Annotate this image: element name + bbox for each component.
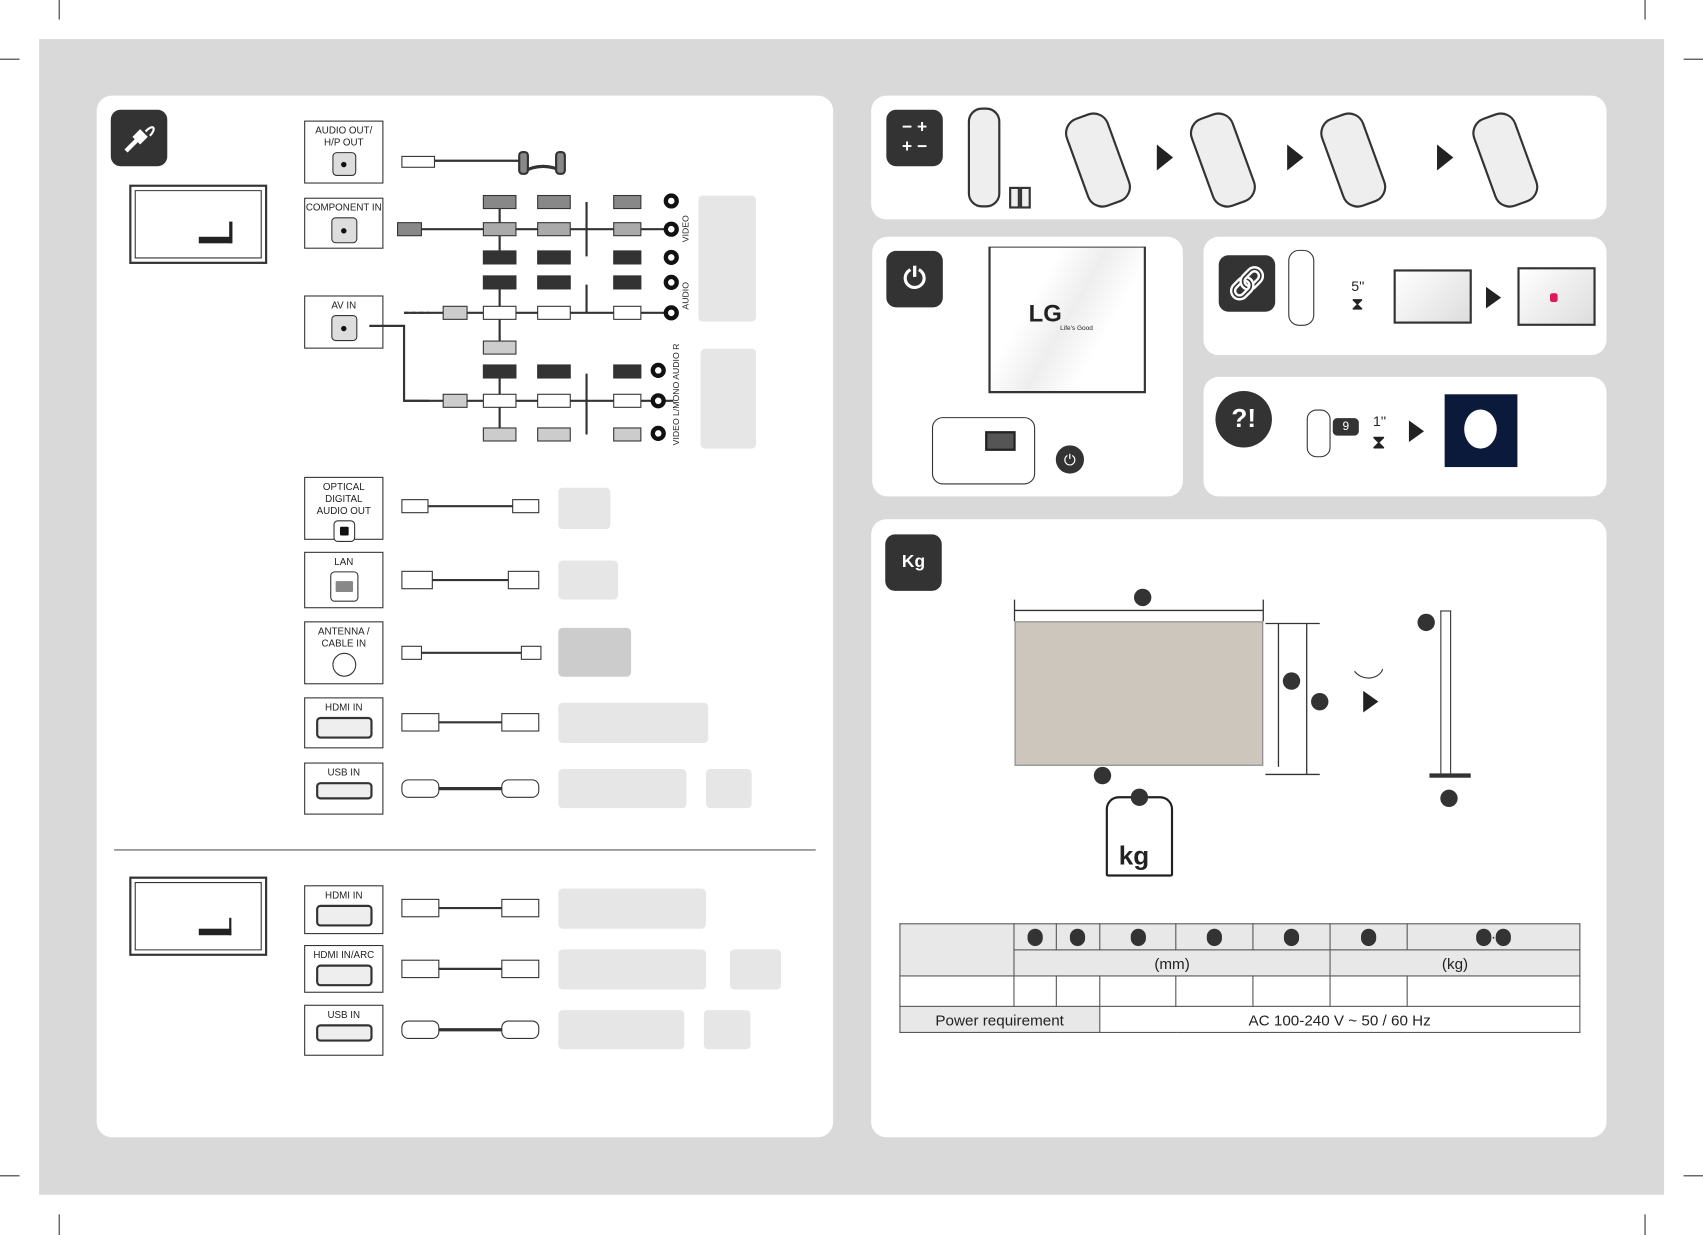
- dimension-marker: [1417, 613, 1435, 632]
- hourglass-icon: ⧗: [1371, 431, 1386, 453]
- tv-front-illustration: LG Life's Good: [988, 246, 1146, 394]
- antenna-house: [558, 627, 632, 677]
- usb-hard-drive: [558, 1010, 685, 1050]
- pairing-indicator: [1550, 293, 1558, 302]
- hold-time-label: 1'': [1372, 412, 1387, 430]
- remote-power-icon: ⏻: [1055, 445, 1085, 474]
- arrow-right-icon: [1485, 286, 1502, 309]
- crop-mark: [1683, 58, 1703, 60]
- dimension-marker: [1093, 766, 1112, 785]
- support-agent-icon: [1444, 394, 1518, 468]
- spec-table: · (mm) (kg) Power requirement AC 100-240…: [899, 923, 1581, 1033]
- router: [558, 560, 619, 600]
- dimension-marker: [1311, 692, 1329, 711]
- crop-mark: [58, 1214, 60, 1235]
- crop-mark: [1683, 1175, 1703, 1177]
- dimension-marker: [1440, 789, 1458, 808]
- link-icon: 🔗︎: [1218, 255, 1276, 312]
- jack-label: VIDEO: [681, 215, 691, 243]
- jack-label: AUDIO: [681, 282, 691, 310]
- crop-mark: [1644, 1214, 1646, 1235]
- dimension-marker: [1130, 788, 1149, 806]
- dvd-vcr-devices: [698, 195, 756, 322]
- question-help-icon: ?!: [1215, 391, 1272, 448]
- usb-stick: [703, 1010, 751, 1050]
- av-devices: [700, 348, 756, 449]
- usb-hard-drive: [558, 769, 687, 809]
- lg-logo: LG: [1028, 299, 1062, 327]
- dimension-marker: [1282, 672, 1301, 690]
- jack-label: L/MONO AUDIO R: [671, 343, 682, 417]
- dimension-lines: [1013, 599, 1320, 776]
- power-requirement-value: AC 100-240 V ~ 50 / 60 Hz: [1098, 1005, 1581, 1033]
- hold-time-label: 5'': [1351, 278, 1365, 295]
- battery-icon: − + + −: [886, 109, 943, 167]
- rotate-arrow-icon: [1354, 668, 1384, 713]
- arrow-right-icon: [1408, 420, 1425, 443]
- weight-bag-icon: Kg: [885, 534, 942, 591]
- remote-illustration: [1288, 249, 1315, 326]
- unit-kg: (kg): [1329, 949, 1581, 977]
- remote-illustration: [1306, 409, 1331, 458]
- lg-tagline: Life's Good: [1060, 325, 1093, 333]
- jack-label: VIDEO: [671, 418, 682, 446]
- hourglass-icon: ⧗: [1351, 295, 1364, 314]
- crop-mark: [1644, 0, 1646, 20]
- hdmi-arc-devices: [558, 949, 707, 990]
- key-9-badge: 9: [1332, 418, 1359, 436]
- usb-stick: [706, 769, 752, 809]
- unit-mm: (mm): [1013, 949, 1331, 977]
- power-button-closeup: [931, 417, 1036, 485]
- cable-diagram: [369, 150, 679, 1039]
- speaker-system: [558, 487, 611, 529]
- tv-off-illustration: [1393, 269, 1472, 324]
- crop-mark: [0, 1175, 20, 1177]
- weight-label: kg: [1118, 841, 1150, 872]
- power-requirement-label: Power requirement: [899, 1005, 1100, 1033]
- tv-side-profile: [1440, 610, 1452, 774]
- dimension-marker: [1133, 588, 1152, 607]
- speaker-system: [729, 949, 781, 990]
- power-icon: ⏻: [886, 250, 943, 308]
- weight-scale-icon: kg: [1105, 796, 1174, 877]
- battery-steps-illustration: [967, 107, 1539, 209]
- tv-stand-profile: [1429, 773, 1471, 778]
- hdmi-devices: [558, 702, 709, 743]
- tv-on-illustration: [1517, 267, 1596, 326]
- hdmi-devices: [558, 888, 707, 929]
